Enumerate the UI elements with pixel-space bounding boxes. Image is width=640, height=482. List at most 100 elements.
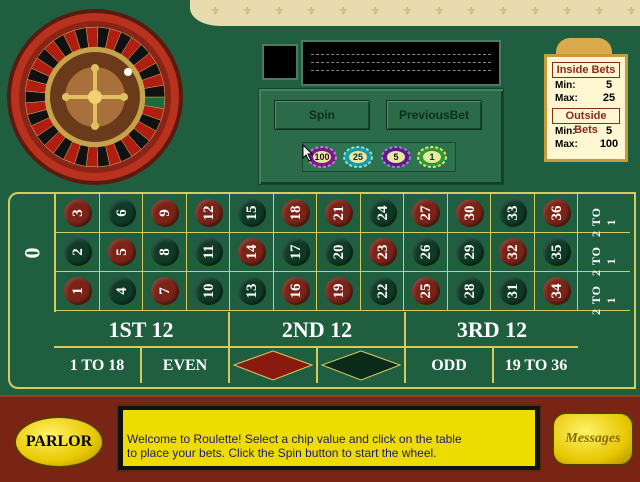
number-label: 33	[505, 205, 521, 221]
number-label: 11	[200, 244, 217, 260]
number-cell-4[interactable]: 4	[99, 272, 143, 311]
number-label: 4	[113, 287, 130, 295]
number-cell-2[interactable]: 2	[56, 233, 100, 272]
column-bet-bottom[interactable]: 2 TO 1	[578, 272, 630, 315]
number-label: 18	[287, 205, 304, 221]
number-cell-33[interactable]: 33	[491, 194, 535, 233]
number-label: 34	[548, 283, 565, 299]
number-cell-31[interactable]: 31	[491, 272, 535, 311]
number-cell-23[interactable]: 23	[360, 233, 404, 272]
number-cell-13[interactable]: 13	[230, 272, 274, 311]
number-cell-36[interactable]: 36	[534, 194, 578, 233]
bet-black[interactable]	[318, 348, 406, 383]
number-label: 2	[70, 248, 86, 256]
bet-odd[interactable]: ODD	[406, 348, 494, 383]
number-label: 27	[418, 205, 434, 221]
chip-5[interactable]: 5	[381, 146, 411, 168]
number-cell-20[interactable]: 20	[317, 233, 361, 272]
message-line-2: to place your bets. Click the Spin butto…	[127, 446, 437, 460]
bet-limits-panel: Inside Bets Min: 5 Max: 25 Outside Bets …	[544, 54, 628, 162]
dozen-2nd[interactable]: 2ND 12	[230, 312, 406, 348]
outside-min-label: Min:	[555, 126, 576, 137]
number-cell-11[interactable]: 11	[186, 233, 230, 272]
outside-max-label: Max:	[555, 139, 578, 150]
parlor-button[interactable]: PARLOR	[14, 416, 104, 468]
number-label: 32	[505, 244, 521, 260]
number-cell-28[interactable]: 28	[447, 272, 491, 311]
fleur-icon: ⚜	[370, 4, 381, 18]
message-line-1: Welcome to Roulette! Select a chip value…	[127, 432, 462, 446]
fleur-icon: ⚜	[626, 4, 637, 18]
number-cell-3[interactable]: 3	[56, 194, 100, 233]
number-cell-27[interactable]: 27	[404, 194, 448, 233]
number-cell-14[interactable]: 14	[230, 233, 274, 272]
bet-1-to-18[interactable]: 1 TO 18	[54, 348, 142, 383]
number-label: 20	[331, 244, 347, 260]
number-label: 26	[418, 244, 434, 260]
number-cell-5[interactable]: 5	[99, 233, 143, 272]
number-cell-35[interactable]: 35	[534, 233, 578, 272]
fleur-icon: ⚜	[530, 4, 541, 18]
number-label: 35	[548, 244, 565, 260]
number-cell-8[interactable]: 8	[143, 233, 187, 272]
number-cell-7[interactable]: 7	[143, 272, 187, 311]
result-box	[262, 44, 298, 80]
number-cell-10[interactable]: 10	[186, 272, 230, 311]
bet-19-to-36[interactable]: 19 TO 36	[494, 348, 578, 383]
chip-25[interactable]: 25	[343, 146, 373, 168]
chip-1[interactable]: 1	[417, 146, 447, 168]
number-cell-34[interactable]: 34	[534, 272, 578, 311]
dozen-3rd[interactable]: 3RD 12	[406, 312, 578, 348]
fleur-icon: ⚜	[274, 4, 285, 18]
inside-min-value: 5	[605, 79, 613, 91]
column-bet-label: 2 TO 1	[589, 285, 618, 315]
number-cell-30[interactable]: 30	[447, 194, 491, 233]
number-label: 31	[505, 283, 521, 299]
number-label: 30	[461, 205, 478, 221]
number-cell-26[interactable]: 26	[404, 233, 448, 272]
fleur-icon: ⚜	[594, 4, 605, 18]
number-cell-32[interactable]: 32	[491, 233, 535, 272]
number-cell-25[interactable]: 25	[404, 272, 448, 311]
inside-bets-title: Inside Bets	[552, 62, 620, 78]
number-label: 3	[70, 209, 86, 217]
number-cell-21[interactable]: 21	[317, 194, 361, 233]
zero-cell[interactable]: 0	[10, 194, 56, 312]
number-label: 14	[244, 244, 260, 260]
number-label: 22	[374, 283, 391, 299]
fleur-icon: ⚜	[306, 4, 317, 18]
number-cell-12[interactable]: 12	[186, 194, 230, 233]
number-cell-6[interactable]: 6	[99, 194, 143, 233]
column-bet-middle[interactable]: 2 TO 1	[578, 233, 630, 276]
number-cell-22[interactable]: 22	[360, 272, 404, 311]
number-cell-16[interactable]: 16	[273, 272, 317, 311]
bet-even[interactable]: EVEN	[142, 348, 230, 383]
number-cell-29[interactable]: 29	[447, 233, 491, 272]
number-cell-19[interactable]: 19	[317, 272, 361, 311]
number-cell-15[interactable]: 15	[230, 194, 274, 233]
number-cell-18[interactable]: 18	[273, 194, 317, 233]
zero-label: 0	[19, 247, 44, 259]
previous-bet-button[interactable]: PreviousBet	[386, 100, 482, 130]
messages-button[interactable]: Messages	[552, 412, 634, 466]
number-label: 29	[461, 244, 478, 260]
number-cell-9[interactable]: 9	[143, 194, 187, 233]
fleur-icon: ⚜	[242, 4, 253, 18]
number-label: 17	[287, 244, 304, 260]
column-bet-top[interactable]: 2 TO 1	[578, 194, 630, 237]
dozen-1st[interactable]: 1ST 12	[54, 312, 230, 348]
number-label: 1	[70, 287, 86, 295]
number-label: 25	[418, 283, 434, 299]
inside-max-label: Max:	[555, 93, 578, 104]
bet-red[interactable]	[230, 348, 318, 383]
number-label: 36	[548, 205, 565, 221]
number-label: 23	[374, 244, 391, 260]
number-label: 21	[331, 205, 347, 221]
number-cell-24[interactable]: 24	[360, 194, 404, 233]
status-display	[301, 40, 501, 86]
number-cell-17[interactable]: 17	[273, 233, 317, 272]
number-cell-1[interactable]: 1	[56, 272, 100, 311]
spin-button[interactable]: Spin	[274, 100, 370, 130]
black-diamond-icon	[320, 350, 402, 381]
number-label: 6	[113, 209, 130, 217]
